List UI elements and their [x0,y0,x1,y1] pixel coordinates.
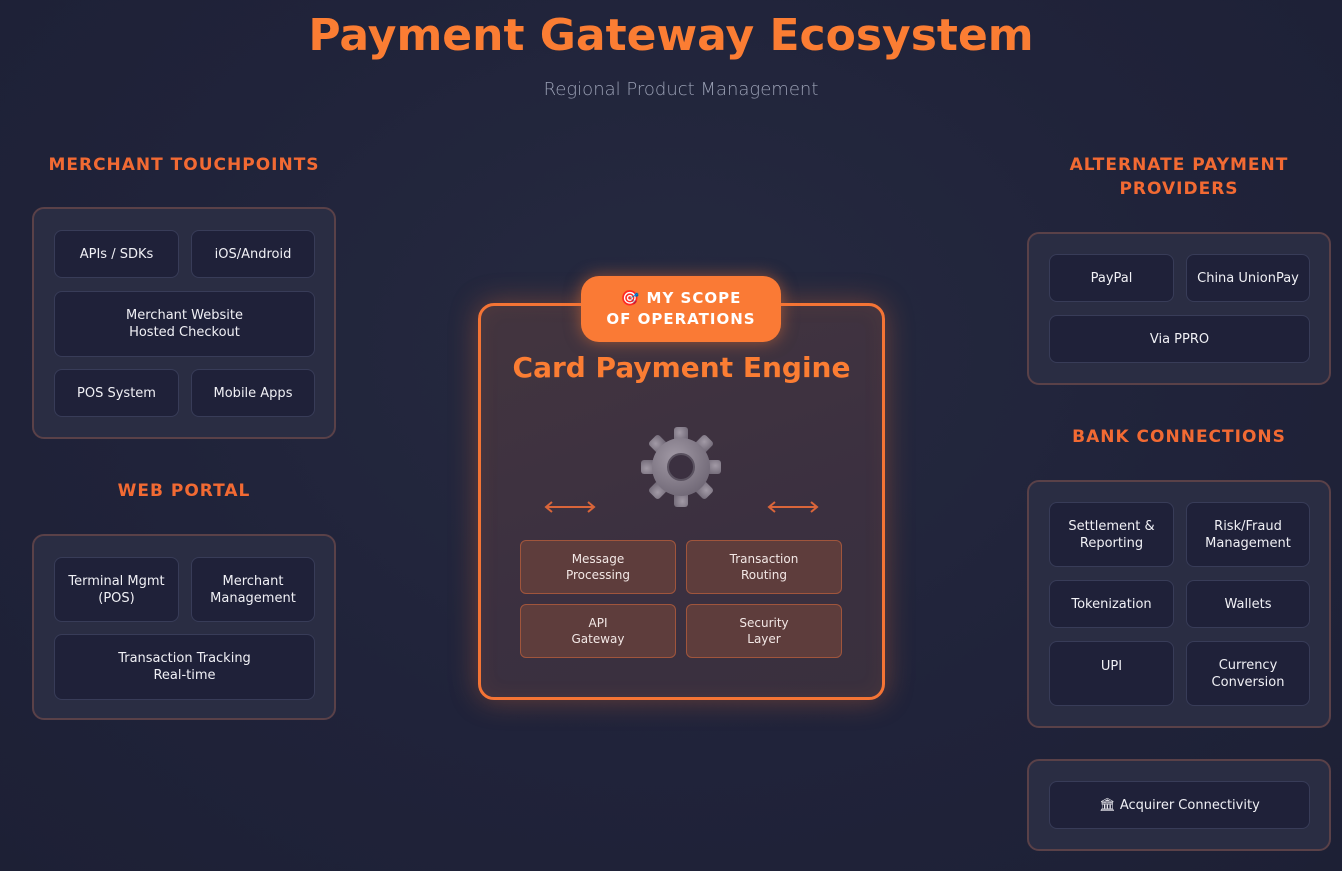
module-transaction-routing: Transaction Routing [686,540,842,594]
module-api-gateway: API Gateway [520,604,676,658]
scope-badge-line1: 🎯 MY SCOPE [620,289,742,307]
alternate-payment-panel: PayPal China UnionPay Via PPRO [1027,232,1331,385]
web-portal-title: WEB PORTAL [117,481,251,501]
chip-currency-conversion: Currency Conversion [1186,641,1310,706]
chip-wallets: Wallets [1186,580,1310,628]
right-double-arrow-icon [767,501,819,513]
left-double-arrow-icon [544,501,596,513]
chip-china-unionpay: China UnionPay [1186,254,1310,302]
acquirer-panel: 🏛 Acquirer Connectivity [1027,759,1331,851]
module-security-layer: Security Layer [686,604,842,658]
merchant-touchpoints-panel: APIs / SDKs iOS/Android Merchant Website… [32,207,336,439]
chip-ios-android: iOS/Android [191,230,315,278]
chip-apis-sdks: APIs / SDKs [54,230,179,278]
page-subtitle: Regional Product Management [543,79,819,100]
module-message-processing: Message Processing [520,540,676,594]
chip-acquirer-connectivity: 🏛 Acquirer Connectivity [1049,781,1310,829]
engine-title: Card Payment Engine [512,351,851,384]
chip-upi: UPI [1049,641,1174,706]
chip-merchant-management: Merchant Management [191,557,315,622]
chip-pos-system: POS System [54,369,179,417]
chip-merchant-website: Merchant Website Hosted Checkout [54,291,315,357]
chip-risk-fraud: Risk/Fraud Management [1186,502,1310,567]
merchant-touchpoints-title: MERCHANT TOUCHPOINTS [48,155,320,175]
gear-icon [641,427,721,507]
page-title: Payment Gateway Ecosystem [308,10,1034,61]
chip-settlement-reporting: Settlement & Reporting [1049,502,1174,567]
alternate-payment-title: ALTERNATE PAYMENT PROVIDERS [1069,155,1289,199]
web-portal-panel: Terminal Mgmt (POS) Merchant Management … [32,534,336,720]
bank-connections-panel: Settlement & Reporting Risk/Fraud Manage… [1027,480,1331,728]
chip-terminal-mgmt: Terminal Mgmt (POS) [54,557,179,622]
chip-transaction-tracking: Transaction Tracking Real-time [54,634,315,700]
scope-badge: 🎯 MY SCOPE OF OPERATIONS [581,276,781,342]
chip-paypal: PayPal [1049,254,1174,302]
chip-mobile-apps: Mobile Apps [191,369,315,417]
bank-connections-title: BANK CONNECTIONS [1072,427,1286,447]
chip-via-ppro: Via PPRO [1049,315,1310,363]
scope-badge-line2: OF OPERATIONS [606,310,756,328]
chip-tokenization: Tokenization [1049,580,1174,628]
